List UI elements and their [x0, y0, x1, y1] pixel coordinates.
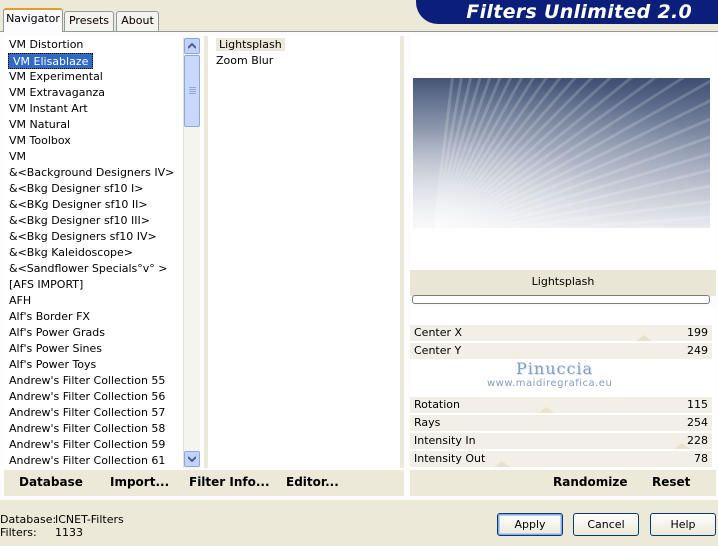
param-value: 78	[694, 452, 708, 465]
filter-item-zoom-blur[interactable]: Zoom Blur	[208, 53, 400, 69]
param-name: Intensity Out	[414, 452, 486, 465]
param-name: Center X	[414, 326, 463, 339]
filters-label: Filters:	[0, 526, 37, 539]
scroll-up-button[interactable]	[184, 38, 200, 54]
category-item[interactable]: Andrew's Filter Collection 55	[4, 373, 183, 389]
preview-filter-name: Lightsplash	[410, 270, 716, 296]
category-item[interactable]: Alf's Power Toys	[4, 357, 183, 373]
tab-navigator[interactable]: Navigator	[3, 8, 63, 32]
param-intensity-out[interactable]: Intensity Out 78	[410, 451, 712, 467]
database-button[interactable]: Database	[19, 475, 83, 489]
editor-button[interactable]: Editor...	[286, 475, 339, 489]
category-item[interactable]: VM Distortion	[4, 37, 183, 53]
param-intensity-in[interactable]: Intensity In 228	[410, 433, 712, 449]
param-center-x[interactable]: Center X 199	[410, 325, 712, 341]
param-rays[interactable]: Rays 254	[410, 415, 712, 431]
randomize-button[interactable]: Randomize	[553, 475, 627, 489]
import-button[interactable]: Import...	[110, 475, 169, 489]
category-item[interactable]: VM Natural	[4, 117, 183, 133]
category-item[interactable]: Andrew's Filter Collection 59	[4, 437, 183, 453]
filter-info-button[interactable]: Filter Info...	[189, 475, 270, 489]
category-item[interactable]: Alf's Border FX	[4, 309, 183, 325]
bottom-toolbar-left: Database Import... Filter Info... Editor…	[4, 470, 404, 496]
category-item[interactable]: &<Background Designers IV>	[4, 165, 183, 181]
status-area: Database: ICNET-Filters Filters: 1133	[0, 513, 124, 539]
slider-marker[interactable]	[674, 443, 690, 449]
cancel-button[interactable]: Cancel	[573, 513, 639, 536]
watermark-name: Pinuccia	[516, 359, 594, 378]
bottom-toolbar-right: Randomize Reset	[410, 470, 716, 496]
param-name: Rays	[414, 416, 441, 429]
param-value: 249	[687, 344, 708, 357]
param-value: 199	[687, 326, 708, 339]
slider-marker[interactable]	[636, 335, 652, 341]
category-item[interactable]: VM Instant Art	[4, 101, 183, 117]
category-item[interactable]: Alf's Power Grads	[4, 325, 183, 341]
category-item[interactable]: &<Bkg Designer sf10 I>	[4, 181, 183, 197]
category-item[interactable]: Andrew's Filter Collection 61	[4, 453, 183, 468]
category-item-label: VM Elisablaze	[8, 53, 94, 69]
category-item[interactable]: &<Sandflower Specials°v° >	[4, 261, 183, 277]
database-value: ICNET-Filters	[55, 513, 124, 526]
param-name: Rotation	[414, 398, 461, 411]
watermark-url: www.maidiregrafica.eu	[487, 378, 613, 389]
category-item[interactable]: Andrew's Filter Collection 57	[4, 405, 183, 421]
category-scrollbar[interactable]	[183, 37, 200, 468]
filter-item-lightsplash[interactable]: Lightsplash	[208, 37, 400, 53]
category-item[interactable]: VM Toolbox	[4, 133, 183, 149]
param-value: 115	[687, 398, 708, 411]
category-item[interactable]: &<Bkg Kaleidoscope>	[4, 245, 183, 261]
slider-marker[interactable]	[538, 407, 554, 413]
param-value: 228	[687, 434, 708, 447]
tab-presets[interactable]: Presets	[64, 11, 114, 31]
slider-marker[interactable]	[494, 461, 510, 467]
category-item[interactable]: VM Elisablaze	[4, 53, 183, 69]
category-item[interactable]: [AFS IMPORT]	[4, 277, 183, 293]
filter-list[interactable]: Lightsplash Zoom Blur	[204, 36, 404, 468]
category-item[interactable]: VM	[4, 149, 183, 165]
param-name: Intensity In	[414, 434, 476, 447]
scroll-down-button[interactable]	[184, 451, 200, 467]
progress-bar	[412, 295, 710, 304]
category-item[interactable]: &<Bkg Designers sf10 IV>	[4, 229, 183, 245]
title-banner: Filters Unlimited 2.0	[416, 0, 718, 24]
help-button[interactable]: Help	[650, 513, 716, 536]
filter-item-label: Lightsplash	[216, 38, 285, 51]
tab-about[interactable]: About	[116, 11, 159, 31]
category-item[interactable]: Andrew's Filter Collection 56	[4, 389, 183, 405]
app-title: Filters Unlimited 2.0	[466, 1, 692, 23]
preview-image	[413, 78, 710, 228]
reset-button[interactable]: Reset	[652, 475, 690, 489]
database-label: Database:	[0, 513, 57, 526]
category-item[interactable]: VM Extravaganza	[4, 85, 183, 101]
category-list[interactable]: VM Distortion VM Elisablaze VM Experimenta…	[4, 36, 183, 468]
category-item[interactable]: Alf's Power Sines	[4, 341, 183, 357]
filters-count: 1133	[55, 526, 83, 539]
preview-area	[410, 36, 716, 268]
param-center-y[interactable]: Center Y 249	[410, 343, 712, 359]
param-value: 254	[687, 416, 708, 429]
scroll-thumb[interactable]	[184, 55, 200, 127]
category-item[interactable]: Andrew's Filter Collection 58	[4, 421, 183, 437]
category-item[interactable]: &<BKg Designer sf10 II>	[4, 197, 183, 213]
chevron-down-icon	[188, 456, 196, 462]
param-rotation[interactable]: Rotation 115	[410, 397, 712, 413]
category-item[interactable]: VM Experimental	[4, 69, 183, 85]
category-item[interactable]: AFH	[4, 293, 183, 309]
chevron-up-icon	[188, 43, 196, 49]
param-name: Center Y	[414, 344, 462, 357]
apply-button[interactable]: Apply	[497, 513, 563, 536]
category-item[interactable]: &<Bkg Designer sf10 III>	[4, 213, 183, 229]
